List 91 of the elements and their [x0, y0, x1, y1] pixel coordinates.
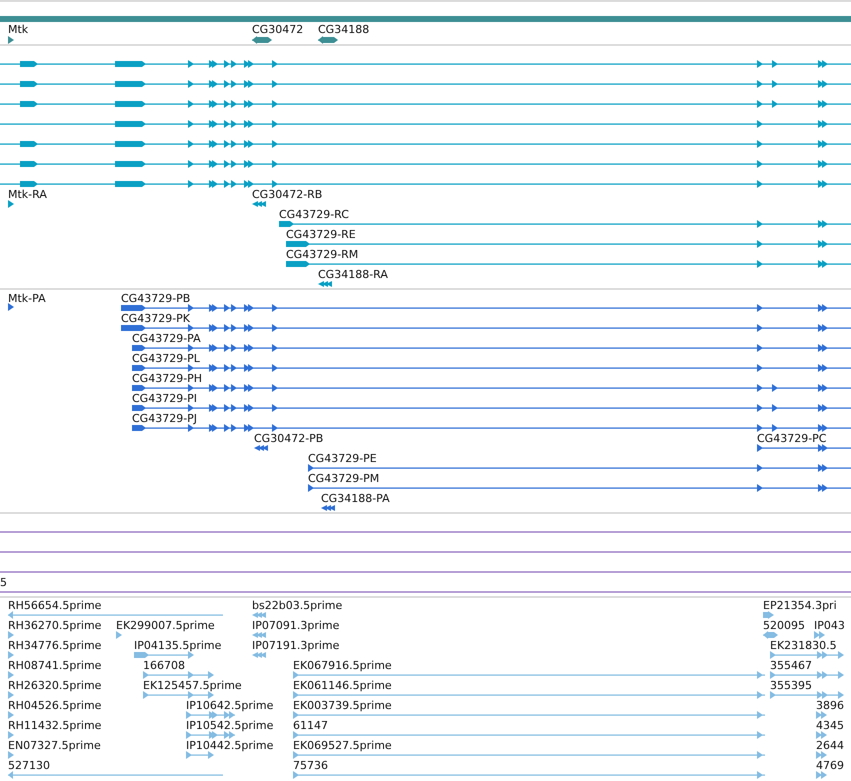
feature-label[interactable]: RH04526.5prime	[8, 699, 102, 712]
feature-label[interactable]: 4769	[816, 759, 844, 772]
feature-label[interactable]: CG43729-RC	[279, 208, 349, 221]
feature-drawing	[816, 751, 827, 759]
feature-label[interactable]: IP04135.5prime	[134, 639, 222, 652]
feature-drawing	[816, 731, 827, 739]
feature-drawing	[186, 711, 235, 719]
feature-label[interactable]: CG43729-PE	[308, 452, 377, 465]
feature-drawing	[116, 631, 122, 639]
feature-label[interactable]: EK067916.5prime	[293, 659, 392, 672]
feature-label[interactable]: IP07091.3prime	[252, 619, 340, 632]
feature-label[interactable]: CG43729-PI	[132, 392, 198, 405]
feature-label[interactable]: 75736	[293, 759, 328, 772]
feature-label[interactable]: IP043	[814, 619, 845, 632]
feature-drawing	[8, 651, 14, 659]
feature-drawing	[186, 731, 235, 739]
feature-label[interactable]: IP10642.5prime	[186, 699, 274, 712]
feature-label[interactable]: EK125457.5prime	[143, 679, 242, 692]
feature-drawing	[321, 505, 335, 511]
feature-drawing	[252, 36, 272, 44]
feature-label[interactable]: 2644	[816, 739, 844, 752]
feature-label[interactable]: RH26320.5prime	[8, 679, 102, 692]
feature-drawing	[8, 711, 14, 719]
feature-label[interactable]: CG30472-PB	[254, 432, 324, 445]
feature-drawing	[814, 631, 825, 639]
feature-drawing	[143, 691, 214, 699]
feature-label[interactable]: CG43729-PK	[121, 312, 190, 325]
feature-label[interactable]: EK231830.5	[770, 639, 837, 652]
feature-label[interactable]: 527130	[8, 759, 50, 772]
feature-label[interactable]: 520095	[763, 619, 805, 632]
feature-drawing	[252, 652, 266, 658]
feature-label[interactable]: IP10542.5prime	[186, 719, 274, 732]
feature-label[interactable]: CG43729-PH	[132, 372, 202, 385]
feature-drawing	[134, 651, 194, 659]
feature-label[interactable]: CG43729-PJ	[132, 412, 198, 425]
feature-label[interactable]: CG43729-PC	[757, 432, 826, 445]
feature-label[interactable]: bs22b03.5prime	[252, 599, 342, 612]
feature-drawing	[186, 751, 214, 759]
feature-label[interactable]: CG43729-PL	[132, 352, 200, 365]
feature-label[interactable]: 355467	[770, 659, 812, 672]
feature-drawing	[143, 671, 214, 679]
feature-label[interactable]: 61147	[293, 719, 328, 732]
feature-drawing	[252, 632, 266, 638]
feature-drawing	[8, 303, 14, 311]
feature-label[interactable]: RH36270.5prime	[8, 619, 102, 632]
feature-drawing	[8, 751, 14, 759]
feature-label[interactable]: EK299007.5prime	[116, 619, 215, 632]
feature-drawing	[8, 671, 14, 679]
feature-drawing	[318, 36, 338, 44]
feature-label[interactable]: Mtk	[8, 23, 28, 36]
feature-drawing	[8, 731, 14, 739]
feature-drawing	[8, 200, 14, 208]
feature-label[interactable]: CG34188	[318, 23, 370, 36]
feature-label[interactable]: IP10442.5prime	[186, 739, 274, 752]
feature-label[interactable]: 3896	[816, 699, 844, 712]
feature-label[interactable]: 355395	[770, 679, 812, 692]
feature-label[interactable]: Mtk-RA	[8, 188, 47, 201]
feature-label[interactable]: 166708	[143, 659, 185, 672]
feature-drawing	[318, 281, 332, 287]
feature-label[interactable]: CG30472-RB	[252, 188, 322, 201]
feature-drawing	[8, 36, 14, 44]
feature-drawing	[763, 611, 774, 619]
feature-drawing	[8, 691, 14, 699]
feature-label[interactable]: CG43729-PM	[308, 472, 380, 485]
feature-label[interactable]: CG34188-PA	[321, 492, 390, 505]
feature-label[interactable]: IP07191.3prime	[252, 639, 340, 652]
feature-drawing	[763, 631, 778, 639]
feature-drawing	[254, 445, 268, 451]
feature-label[interactable]: CG30472	[252, 23, 304, 36]
feature-drawing	[8, 631, 14, 639]
feature-drawing	[816, 711, 827, 719]
feature-label[interactable]: RH11432.5prime	[8, 719, 102, 732]
feature-label[interactable]: EP21354.3pri	[763, 599, 837, 612]
feature-label[interactable]: CG34188-RA	[318, 268, 388, 281]
feature-drawing	[252, 201, 266, 207]
feature-drawing	[252, 612, 266, 618]
feature-label[interactable]: RH08741.5prime	[8, 659, 102, 672]
feature-label[interactable]: CG43729-PB	[121, 292, 190, 305]
feature-label[interactable]: RH56654.5prime	[8, 599, 102, 612]
feature-label[interactable]: CG43729-RE	[286, 228, 356, 241]
feature-label[interactable]: CG43729-PA	[132, 332, 201, 345]
feature-label[interactable]: EK003739.5prime	[293, 699, 392, 712]
feature-label[interactable]: CG43729-RM	[286, 248, 358, 261]
feature-label[interactable]: RH34776.5prime	[8, 639, 102, 652]
feature-label[interactable]: 5	[0, 576, 7, 589]
feature-drawing	[816, 771, 827, 779]
feature-label[interactable]: 4345	[816, 719, 844, 732]
feature-label[interactable]: EK061146.5prime	[293, 679, 392, 692]
feature-label[interactable]: Mtk-PA	[8, 292, 46, 305]
feature-label[interactable]: EK069527.5prime	[293, 739, 392, 752]
feature-label[interactable]: EN07327.5prime	[8, 739, 101, 752]
